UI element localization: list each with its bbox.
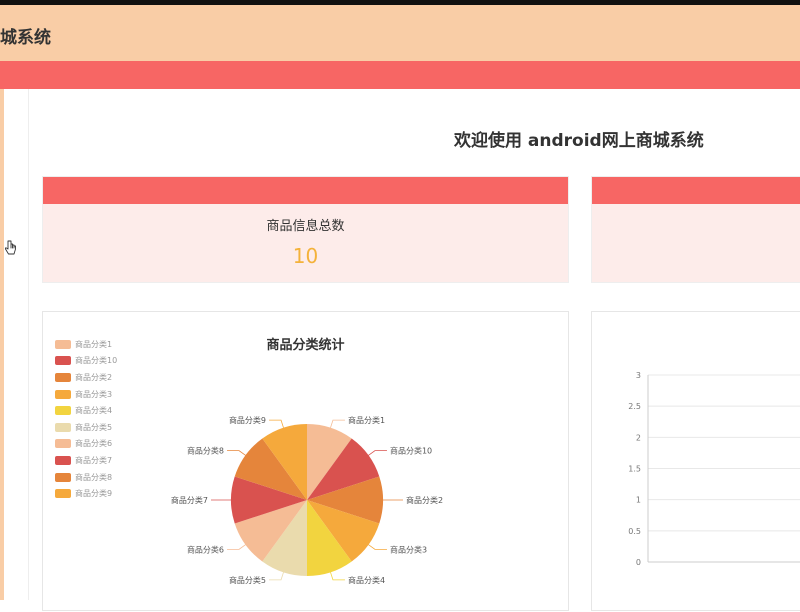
- y-tick-label: 2.5: [628, 402, 641, 411]
- line-chart-panel: 3 2.5 2 1.5 1 0.5 0: [591, 311, 800, 611]
- y-tick-label: 0.5: [628, 527, 641, 536]
- y-tick-label: 2: [636, 433, 641, 442]
- nav-bar: [0, 61, 800, 89]
- pie-label-line: [330, 572, 345, 581]
- pie-chart: 商品分类1 商品分类10 商品分类2 商品分类3 商品分类4 商品分类5 商品分类6 商品分类…: [171, 415, 443, 585]
- pie-slice-label: 商品分类2: [406, 495, 443, 505]
- pie-label-line: [269, 572, 284, 581]
- hand-cursor-icon: [4, 240, 16, 255]
- pie-label-line: [368, 450, 387, 456]
- pie-slice-label: 商品分类8: [187, 446, 224, 456]
- welcome-heading: 欢迎使用 android网上商城系统: [454, 131, 704, 151]
- y-tick-label: 0: [636, 558, 641, 567]
- pie-slice-label: 商品分类1: [348, 415, 385, 425]
- pie-label-line: [269, 419, 284, 428]
- pie-slice-label: 商品分类3: [390, 544, 427, 554]
- line-chart: 3 2.5 2 1.5 1 0.5 0: [628, 371, 800, 567]
- pie-label-line: [368, 544, 387, 550]
- stat-card-label: 商品信息总数: [266, 219, 345, 234]
- app-title: 城系统: [0, 28, 51, 48]
- pie-slice-label: 商品分类10: [390, 446, 432, 456]
- pie-label-line: [330, 419, 345, 428]
- stat-card-value: 10: [292, 244, 319, 268]
- sidebar-edge: [0, 89, 4, 600]
- stat-card-2: [591, 176, 800, 283]
- y-tick-label: 1.5: [628, 465, 641, 474]
- pie-label-line: [227, 544, 246, 550]
- stat-card-header: [43, 177, 568, 204]
- y-tick-label: 3: [636, 371, 641, 380]
- y-tick-label: 1: [636, 496, 641, 505]
- pie-slice-label: 商品分类6: [187, 544, 224, 554]
- pie-label-line: [227, 450, 246, 456]
- pie-slice-label: 商品分类9: [229, 415, 266, 425]
- pie-slice-label: 商品分类4: [348, 575, 385, 585]
- stat-card-product-total: 商品信息总数 10: [42, 176, 569, 283]
- pie-chart-panel: 商品分类统计 商品分类1 商品分类10 商品分类2 商品分类3 商品分类4 商品分类5 商品…: [42, 311, 569, 611]
- pie-slice-label: 商品分类7: [171, 495, 208, 505]
- app-header: 城系统: [0, 5, 800, 61]
- pie-slice-label: 商品分类5: [229, 575, 266, 585]
- stat-card-header: [592, 177, 800, 204]
